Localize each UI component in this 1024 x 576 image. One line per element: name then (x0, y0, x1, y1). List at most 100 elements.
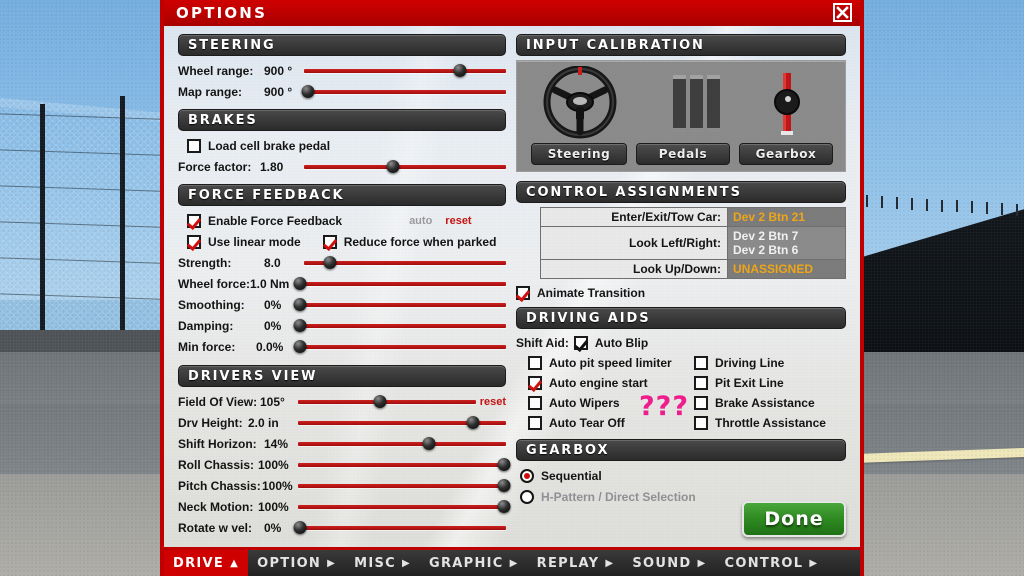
ffb-reset-link[interactable]: reset (445, 215, 471, 227)
chevron-right-icon: ▶ (698, 558, 707, 569)
tab-control[interactable]: CONTROL▶ (716, 550, 828, 576)
chevron-right-icon: ▶ (327, 558, 336, 569)
row-throttle-assistance[interactable]: Throttle Assistance (676, 413, 841, 433)
tab-label: OPTION (257, 556, 321, 571)
animate-transition-checkbox[interactable] (516, 286, 530, 300)
row-shift-aid[interactable]: Shift Aid: Auto Blip (516, 333, 676, 353)
pit-exit-line-label: Pit Exit Line (715, 376, 784, 390)
brakes-header-label: BRAKES (188, 113, 258, 128)
roll-chassis-slider[interactable] (298, 458, 506, 472)
row-drv-height: Drv Height: 2.0 in (178, 412, 506, 433)
steering-calibration-button[interactable]: Steering (531, 143, 627, 165)
close-icon[interactable] (833, 3, 852, 22)
load-cell-label: Load cell brake pedal (208, 139, 330, 153)
row-wheel-force: Wheel force: 1.0 Nm (178, 273, 506, 294)
row-animate-transition[interactable]: Animate Transition (516, 282, 846, 303)
tab-misc[interactable]: MISC▶ (345, 550, 420, 576)
table-row[interactable]: Enter/Exit/Tow Car: Dev 2 Btn 21 (541, 208, 845, 227)
gearbox-lever-icon (769, 71, 805, 142)
question-marks-annotation: ??? (639, 391, 689, 422)
row-brake-assistance[interactable]: Brake Assistance (676, 393, 841, 413)
ffb-auto-label[interactable]: auto (409, 215, 432, 227)
linear-mode-checkbox[interactable] (187, 235, 201, 249)
map-range-slider[interactable] (304, 85, 506, 99)
input-calibration-header-label: INPUT CALIBRATION (526, 38, 705, 53)
control-assignments-header-label: CONTROL ASSIGNMENTS (526, 185, 742, 200)
gearbox-calibration-button[interactable]: Gearbox (739, 143, 833, 165)
tab-option[interactable]: OPTION ▶ (248, 550, 345, 576)
driving-line-checkbox[interactable] (694, 356, 708, 370)
page-title: OPTIONS (176, 4, 267, 22)
wheel-force-label: Wheel force: (178, 277, 250, 291)
auto-tear-off-checkbox[interactable] (528, 416, 542, 430)
table-row[interactable]: Look Left/Right: Dev 2 Btn 7 Dev 2 Btn 6 (541, 227, 845, 260)
throttle-assistance-label: Throttle Assistance (715, 416, 826, 430)
tab-replay[interactable]: REPLAY▶ (528, 550, 624, 576)
sequential-radio[interactable] (520, 469, 534, 483)
assignment-value[interactable]: Dev 2 Btn 7 Dev 2 Btn 6 (727, 227, 845, 259)
row-custom-controls[interactable]: Use custom controls for this car (178, 544, 506, 547)
brake-assistance-label: Brake Assistance (715, 396, 815, 410)
chevron-right-icon: ▶ (809, 558, 818, 569)
auto-blip-label: Auto Blip (595, 336, 648, 350)
assignment-value[interactable]: UNASSIGNED (727, 260, 845, 278)
wheel-range-slider[interactable] (304, 64, 506, 78)
tab-label: DRIVE (173, 556, 224, 571)
pit-exit-line-checkbox[interactable] (694, 376, 708, 390)
table-row[interactable]: Look Up/Down: UNASSIGNED (541, 260, 845, 278)
row-auto-pit-limiter[interactable]: Auto pit speed limiter (516, 353, 676, 373)
row-gearbox-hpattern[interactable]: H-Pattern / Direct Selection (516, 486, 846, 507)
force-factor-slider[interactable] (304, 160, 506, 174)
row-pitch-chassis: Pitch Chassis: 100% (178, 475, 506, 496)
dialog-body: STEERING Wheel range: 900 ° Map range: 9… (164, 26, 860, 547)
strength-slider[interactable] (304, 256, 506, 270)
auto-wipers-checkbox[interactable] (528, 396, 542, 410)
neck-motion-slider[interactable] (298, 500, 506, 514)
row-auto-engine-start[interactable]: Auto engine start (516, 373, 676, 393)
min-force-label: Min force: (178, 340, 256, 354)
min-force-slider[interactable] (298, 340, 506, 354)
enable-ffb-checkbox[interactable] (187, 214, 201, 228)
fov-slider[interactable] (298, 395, 476, 409)
gearbox-header-label: GEARBOX (526, 443, 609, 458)
pitch-chassis-slider[interactable] (298, 479, 506, 493)
bottom-tab-bar: DRIVE▲OPTION▶MISC▶GRAPHIC▶REPLAY▶SOUND▶C… (164, 547, 860, 576)
auto-blip-checkbox[interactable] (574, 336, 588, 350)
load-cell-checkbox[interactable] (187, 139, 201, 153)
drivers-view-reset-link[interactable]: reset (480, 396, 506, 408)
pedals-calibration-button[interactable]: Pedals (636, 143, 730, 165)
auto-pit-limiter-checkbox[interactable] (528, 356, 542, 370)
throttle-assistance-checkbox[interactable] (694, 416, 708, 430)
row-enable-ffb[interactable]: Enable Force Feedback auto reset (178, 210, 506, 231)
wheel-force-slider[interactable] (298, 277, 506, 291)
row-pit-exit-line[interactable]: Pit Exit Line (676, 373, 841, 393)
section-header-gearbox: GEARBOX (516, 439, 846, 461)
drv-height-slider[interactable] (298, 416, 506, 430)
assignment-name: Look Up/Down: (541, 260, 727, 278)
driving-line-label: Driving Line (715, 356, 784, 370)
shift-horizon-value: 14% (264, 437, 298, 451)
chevron-right-icon: ▶ (402, 558, 411, 569)
row-load-cell[interactable]: Load cell brake pedal (178, 135, 506, 156)
brake-assistance-checkbox[interactable] (694, 396, 708, 410)
tab-drive[interactable]: DRIVE▲ (164, 550, 248, 576)
gearbox-calibration-label: Gearbox (756, 147, 817, 161)
rotate-w-vel-slider[interactable] (298, 521, 506, 535)
smoothing-slider[interactable] (298, 298, 506, 312)
neck-motion-value: 100% (258, 500, 298, 514)
pitch-chassis-value: 100% (262, 479, 298, 493)
tab-sound[interactable]: SOUND▶ (623, 550, 715, 576)
reduce-parked-checkbox[interactable] (323, 235, 337, 249)
row-neck-motion: Neck Motion: 100% (178, 496, 506, 517)
assignment-value[interactable]: Dev 2 Btn 21 (727, 208, 845, 226)
tab-graphic[interactable]: GRAPHIC▶ (420, 550, 528, 576)
row-driving-line[interactable]: Driving Line (676, 353, 841, 373)
auto-engine-start-checkbox[interactable] (528, 376, 542, 390)
shift-horizon-slider[interactable] (298, 437, 506, 451)
options-dialog: OPTIONS STEERING Wheel range: 900 ° Map … (160, 0, 864, 576)
damping-slider[interactable] (298, 319, 506, 333)
hpattern-radio[interactable] (520, 490, 534, 504)
row-gearbox-sequential[interactable]: Sequential (516, 465, 846, 486)
strength-label: Strength: (178, 256, 264, 270)
steering-header-label: STEERING (188, 38, 276, 53)
